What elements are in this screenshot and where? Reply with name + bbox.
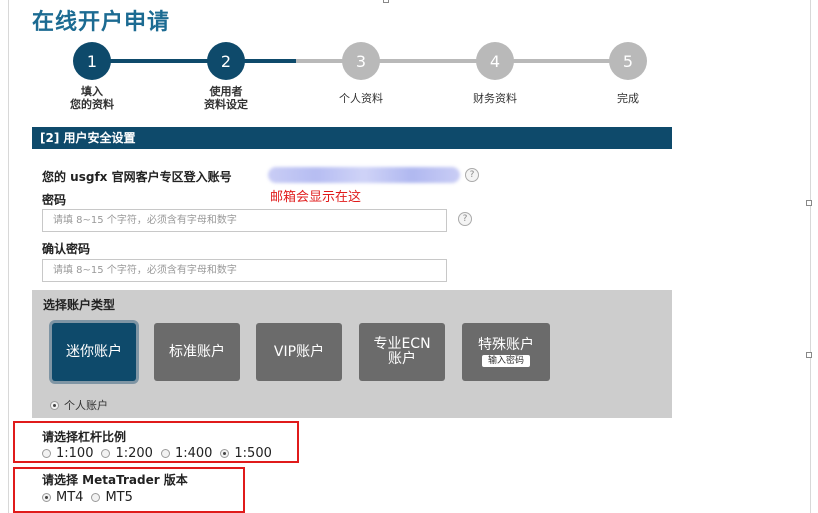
- mt5-option[interactable]: MT5: [91, 490, 133, 505]
- leverage-option-500[interactable]: 1:500: [220, 446, 272, 461]
- page-border-right: [810, 0, 811, 513]
- section-header: [2] 用户安全设置: [32, 127, 672, 149]
- step-1-label-line2: 您的资料: [70, 98, 114, 111]
- step-4-circle: 4: [476, 42, 514, 80]
- leverage-option-200[interactable]: 1:200: [101, 446, 153, 461]
- leverage-title: 请选择杠杆比例: [42, 430, 127, 444]
- vip-account-button[interactable]: VIP账户: [256, 323, 342, 381]
- special-account-label: 特殊账户: [478, 336, 534, 353]
- standard-account-button[interactable]: 标准账户: [154, 323, 240, 381]
- confirm-password-input[interactable]: 请填 8~15 个字符，必须含有字母和数字: [42, 259, 447, 282]
- step-2-label-line1: 使用者: [209, 85, 243, 98]
- email-annotation: 邮箱会显示在这: [270, 190, 362, 205]
- step-2-label-line2: 资料设定: [204, 98, 248, 111]
- leverage-radio-100[interactable]: [42, 449, 51, 458]
- step-4-label: 财务资料: [473, 92, 517, 105]
- leverage-option-400-label: 1:400: [174, 446, 213, 461]
- leverage-options: 1:100 1:200 1:400 1:500: [42, 446, 280, 461]
- leverage-option-100-label: 1:100: [56, 446, 94, 461]
- metatrader-title: 请选择 MetaTrader 版本: [42, 473, 188, 487]
- leverage-option-500-label: 1:500: [234, 446, 272, 461]
- resize-handle-right-lower[interactable]: [806, 352, 812, 358]
- mt5-label: MT5: [105, 490, 133, 505]
- step-5-label: 完成: [617, 92, 639, 105]
- mt4-radio[interactable]: [42, 493, 51, 502]
- leverage-option-100[interactable]: 1:100: [42, 446, 93, 461]
- standard-account-label: 标准账户: [169, 343, 225, 360]
- step-1-circle: 1: [73, 42, 111, 80]
- step-1-label-line1: 填入: [81, 85, 103, 98]
- mini-account-button[interactable]: 迷你账户: [52, 323, 136, 381]
- page-title: 在线开户申请: [32, 10, 171, 35]
- step-1-label: 填入 您的资料: [32, 85, 152, 111]
- password-label: 密码: [42, 193, 67, 207]
- step-2-circle: 2: [207, 42, 245, 80]
- mini-account-label: 迷你账户: [66, 343, 122, 360]
- leverage-radio-500[interactable]: [220, 449, 230, 458]
- personal-account-radio[interactable]: [50, 400, 59, 410]
- leverage-option-200-label: 1:200: [115, 446, 153, 461]
- resize-handle-top[interactable]: [383, 0, 389, 3]
- ecn-account-button[interactable]: 专业ECN 账户: [359, 323, 445, 381]
- metatrader-options: MT4 MT5: [42, 490, 141, 505]
- leverage-radio-400[interactable]: [160, 449, 170, 458]
- password-input[interactable]: 请填 8~15 个字符，必须含有字母和数字: [42, 209, 447, 232]
- personal-account-option[interactable]: 个人账户: [50, 397, 108, 413]
- leverage-option-400[interactable]: 1:400: [160, 446, 213, 461]
- ecn-account-label-line2: 账户: [388, 351, 416, 367]
- special-account-button[interactable]: 特殊账户 输入密码: [462, 323, 550, 381]
- confirm-password-label: 确认密码: [42, 242, 91, 256]
- mt5-radio[interactable]: [91, 493, 101, 502]
- step-2-label: 使用者 资料设定: [166, 85, 286, 111]
- resize-handle-right[interactable]: [806, 200, 812, 206]
- mt4-option[interactable]: MT4: [42, 490, 83, 505]
- progress-line-complete: [92, 59, 296, 63]
- login-account-label: 您的 usgfx 官网客户专区登入账号: [42, 170, 232, 184]
- step-5-circle: 5: [609, 42, 647, 80]
- vip-account-label: VIP账户: [273, 343, 325, 360]
- leverage-radio-200[interactable]: [101, 449, 111, 458]
- ecn-account-label-line1: 专业ECN: [373, 336, 431, 352]
- page-border-left: [8, 0, 9, 513]
- step-3-label: 个人资料: [339, 92, 383, 105]
- blurred-email-value: [268, 167, 460, 183]
- enter-password-chip[interactable]: 输入密码: [481, 354, 530, 367]
- step-3-circle: 3: [342, 42, 380, 80]
- account-type-title: 选择账户类型: [43, 298, 116, 312]
- mt4-label: MT4: [56, 490, 84, 505]
- help-icon[interactable]: ?: [465, 168, 479, 182]
- password-help-icon[interactable]: ?: [458, 212, 472, 226]
- personal-account-label: 个人账户: [64, 399, 108, 412]
